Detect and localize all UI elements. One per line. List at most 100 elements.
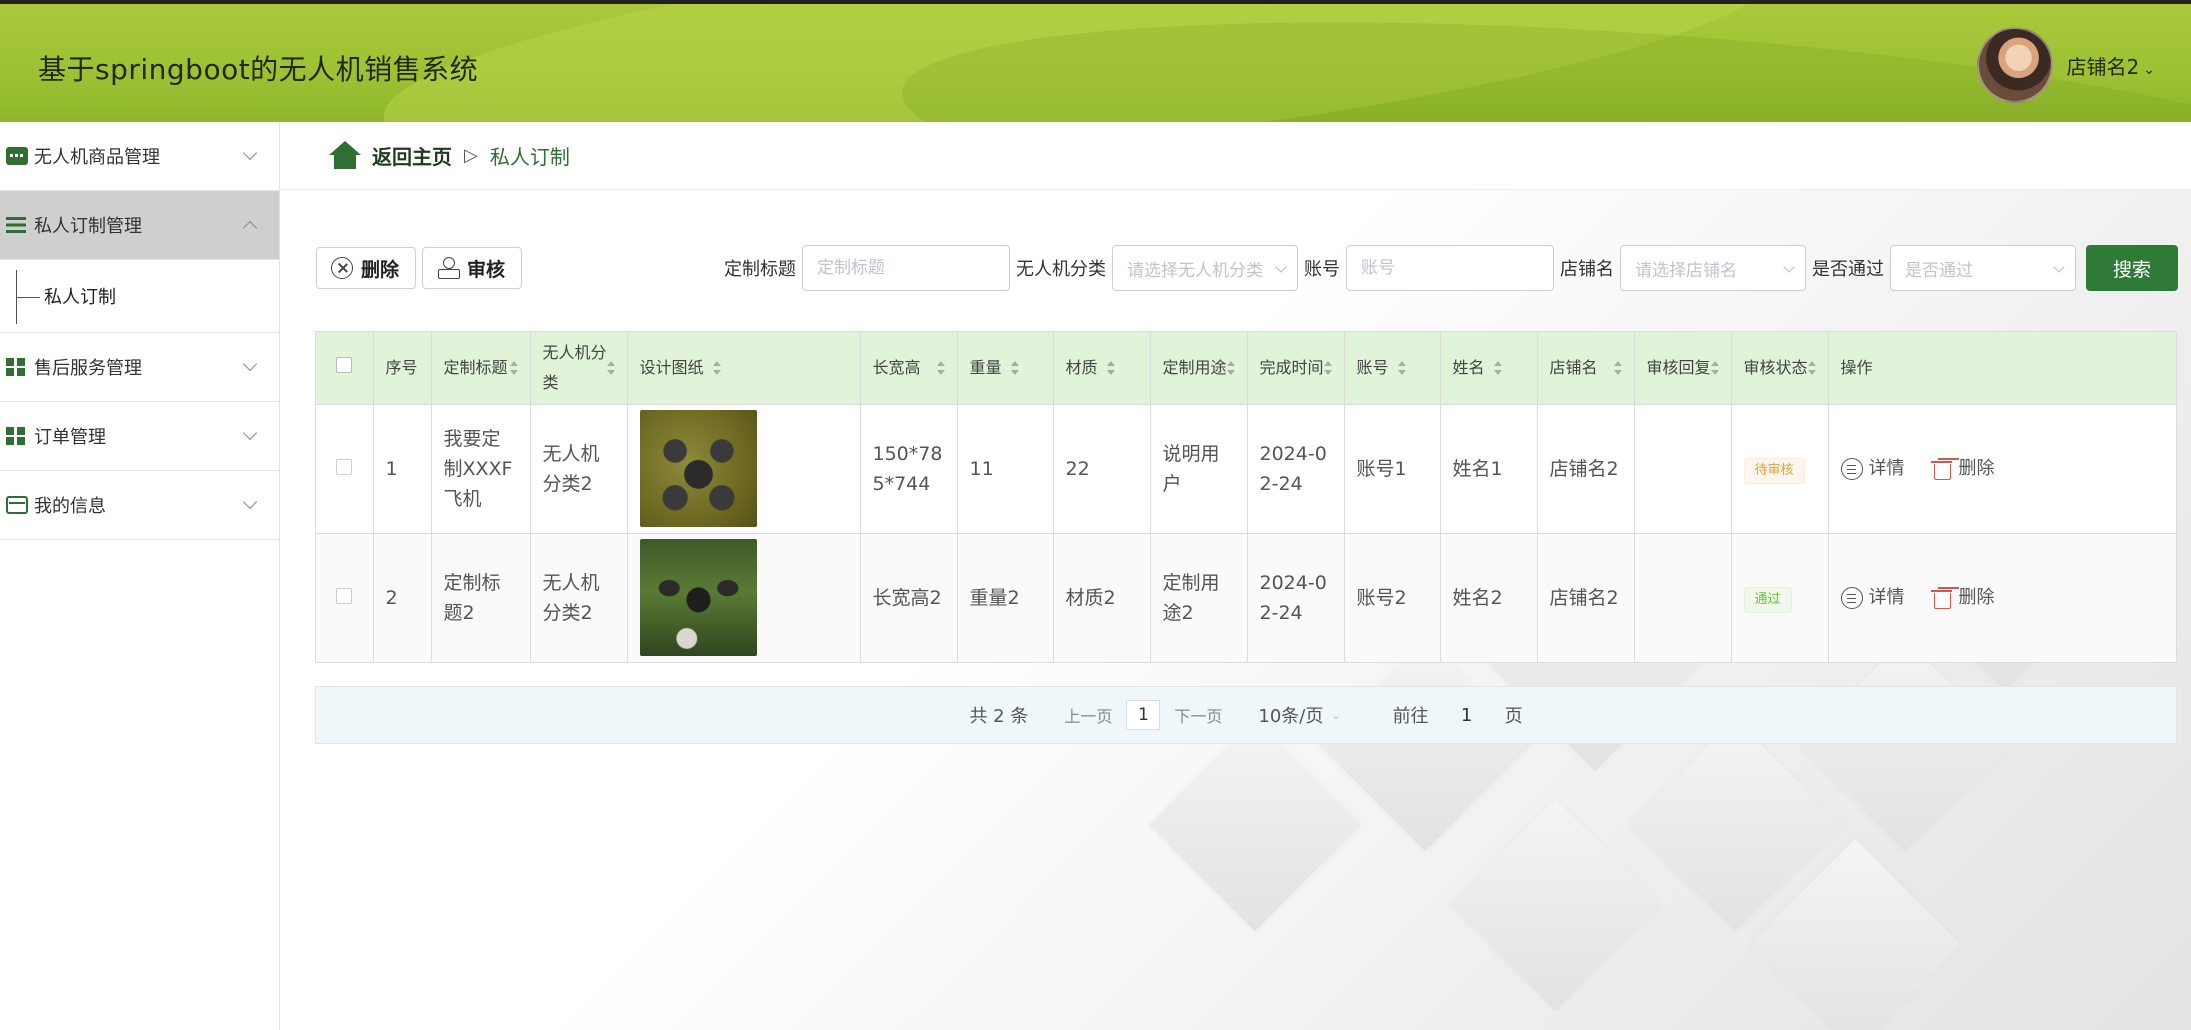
- chevron-down-icon: [242, 494, 258, 510]
- page-number-current[interactable]: 1: [1126, 700, 1161, 730]
- cell-actions: 详情 删除: [1828, 533, 2176, 662]
- cell-category: 无人机分类2: [530, 533, 628, 662]
- sort-icon[interactable]: [509, 360, 518, 375]
- page-size-select[interactable]: 10条/页 ⌄: [1258, 702, 1340, 728]
- row-checkbox[interactable]: [336, 458, 353, 475]
- cell-usage: 说明用户: [1150, 404, 1248, 533]
- sort-icon[interactable]: [936, 360, 945, 375]
- user-name[interactable]: 店铺名2 ⌄: [2067, 51, 2155, 80]
- column-header[interactable]: 定制标题: [431, 332, 531, 404]
- pagination-total: 共 2 条: [969, 706, 1029, 727]
- table-header-row: 序号 定制标题 无人机分类 设计图纸 长宽高 重量 材质 定制用途 完成时间 账…: [316, 332, 2176, 404]
- app-title: 基于springboot的无人机销售系统: [38, 53, 479, 86]
- sidebar-item-drone-products[interactable]: 无人机商品管理: [0, 122, 279, 191]
- cell-finish: 2024-02-24: [1247, 404, 1345, 533]
- row-select-cell: [316, 533, 374, 662]
- row-checkbox[interactable]: [336, 587, 353, 604]
- status-badge: 待审核: [1743, 458, 1805, 484]
- sort-icon[interactable]: [712, 361, 721, 376]
- cell-reply: [1634, 533, 1732, 662]
- cell-material: 22: [1053, 404, 1151, 533]
- delete-button[interactable]: 删除: [316, 247, 417, 289]
- cell-design: [627, 533, 861, 662]
- shop-filter-label: 店铺名: [1560, 259, 1614, 280]
- audit-button[interactable]: 审核: [422, 247, 523, 289]
- avatar[interactable]: [1976, 27, 2053, 103]
- account-filter-label: 账号: [1304, 259, 1340, 280]
- sort-icon[interactable]: [1807, 360, 1816, 375]
- column-header[interactable]: 账号: [1344, 332, 1441, 404]
- stamp-icon: [437, 257, 461, 279]
- column-header[interactable]: 定制用途: [1150, 332, 1248, 404]
- detail-button[interactable]: 详情: [1840, 454, 1905, 484]
- column-header[interactable]: 审核状态: [1731, 332, 1829, 404]
- sidebar-item-my-info[interactable]: 我的信息: [0, 471, 279, 540]
- column-header[interactable]: 店铺名: [1537, 332, 1635, 404]
- cell-category: 无人机分类2: [530, 404, 628, 533]
- select-all-checkbox[interactable]: [336, 356, 353, 373]
- cell-account: 账号2: [1344, 533, 1441, 662]
- chevron-down-icon: [242, 356, 258, 372]
- goto-page: 前往 1 页: [1393, 700, 1523, 730]
- sort-icon[interactable]: [1397, 361, 1406, 376]
- account-input[interactable]: [1361, 258, 1539, 278]
- account-input-wrap: [1346, 245, 1554, 291]
- column-header[interactable]: 材质: [1053, 332, 1151, 404]
- passed-select[interactable]: 是否通过: [1890, 245, 2076, 291]
- sort-icon[interactable]: [1226, 360, 1235, 375]
- cell-index: 2: [373, 533, 432, 662]
- sidebar-item-orders[interactable]: 订单管理: [0, 402, 279, 471]
- column-header[interactable]: 完成时间: [1247, 332, 1345, 404]
- cell-weight: 重量2: [957, 533, 1054, 662]
- cell-design: [627, 404, 861, 533]
- sort-icon[interactable]: [1613, 360, 1622, 375]
- sidebar-item-after-sales[interactable]: 售后服务管理: [0, 333, 279, 402]
- breadcrumb-current: 私人订制: [489, 145, 570, 169]
- detail-button[interactable]: 详情: [1840, 583, 1905, 613]
- column-header[interactable]: 长宽高: [860, 332, 958, 404]
- sort-icon[interactable]: [606, 360, 615, 375]
- next-page-button[interactable]: 下一页: [1174, 703, 1222, 727]
- delete-row-button[interactable]: 删除: [1930, 454, 1995, 484]
- sidebar-item-custom-orders[interactable]: 私人订制管理: [0, 191, 279, 260]
- status-badge: 通过: [1743, 587, 1792, 614]
- search-button[interactable]: 搜索: [2086, 245, 2178, 291]
- design-image[interactable]: [639, 410, 757, 527]
- breadcrumb-home[interactable]: 返回主页: [372, 141, 452, 170]
- sort-icon[interactable]: [1323, 360, 1332, 375]
- column-header[interactable]: 重量: [957, 332, 1054, 404]
- cell-status: 待审核: [1731, 404, 1829, 533]
- sort-icon[interactable]: [1010, 361, 1019, 376]
- sidebar: 无人机商品管理 私人订制管理 私人订制 售后服务管理 订单管理 我的信息: [0, 122, 280, 1030]
- close-circle-icon: [331, 257, 353, 279]
- chevron-up-icon: [242, 220, 258, 236]
- column-header[interactable]: 设计图纸: [627, 332, 861, 404]
- column-header[interactable]: 无人机分类: [530, 332, 628, 404]
- design-image[interactable]: [639, 539, 757, 657]
- cell-actions: 详情 删除: [1828, 404, 2176, 533]
- shop-select[interactable]: 请选择店铺名: [1620, 245, 1806, 291]
- column-header[interactable]: 姓名: [1440, 332, 1538, 404]
- column-header[interactable]: 审核回复: [1634, 332, 1732, 404]
- chevron-down-icon: [242, 425, 258, 441]
- user-menu[interactable]: 店铺名2 ⌄: [1976, 26, 2155, 104]
- chevron-down-icon: ⌄: [1331, 708, 1341, 722]
- sort-icon[interactable]: [1710, 360, 1719, 375]
- home-icon[interactable]: [328, 140, 362, 171]
- pagination: 共 2 条 上一页 1 下一页 10条/页 ⌄ 前往 1 页: [315, 686, 2177, 744]
- card-icon: [6, 496, 28, 514]
- trash-icon: [1930, 458, 1953, 480]
- cell-name: 姓名1: [1440, 404, 1538, 533]
- cell-finish: 2024-02-24: [1247, 533, 1345, 662]
- sidebar-subitem-custom[interactable]: 私人订制: [0, 260, 279, 333]
- sort-icon[interactable]: [1106, 361, 1115, 376]
- cell-material: 材质2: [1053, 533, 1151, 662]
- category-select[interactable]: 请选择无人机分类: [1112, 245, 1298, 291]
- list-icon: [6, 216, 28, 234]
- toolbar: 删除 审核 定制标题 无人机分类 请选择无人机分类 账号 店铺名 请选择店铺名 …: [316, 245, 2178, 291]
- delete-row-button[interactable]: 删除: [1930, 583, 1995, 613]
- prev-page-button[interactable]: 上一页: [1064, 703, 1112, 727]
- goto-page-input[interactable]: 1: [1442, 700, 1491, 730]
- title-input[interactable]: [817, 258, 995, 278]
- sort-icon[interactable]: [1493, 361, 1502, 376]
